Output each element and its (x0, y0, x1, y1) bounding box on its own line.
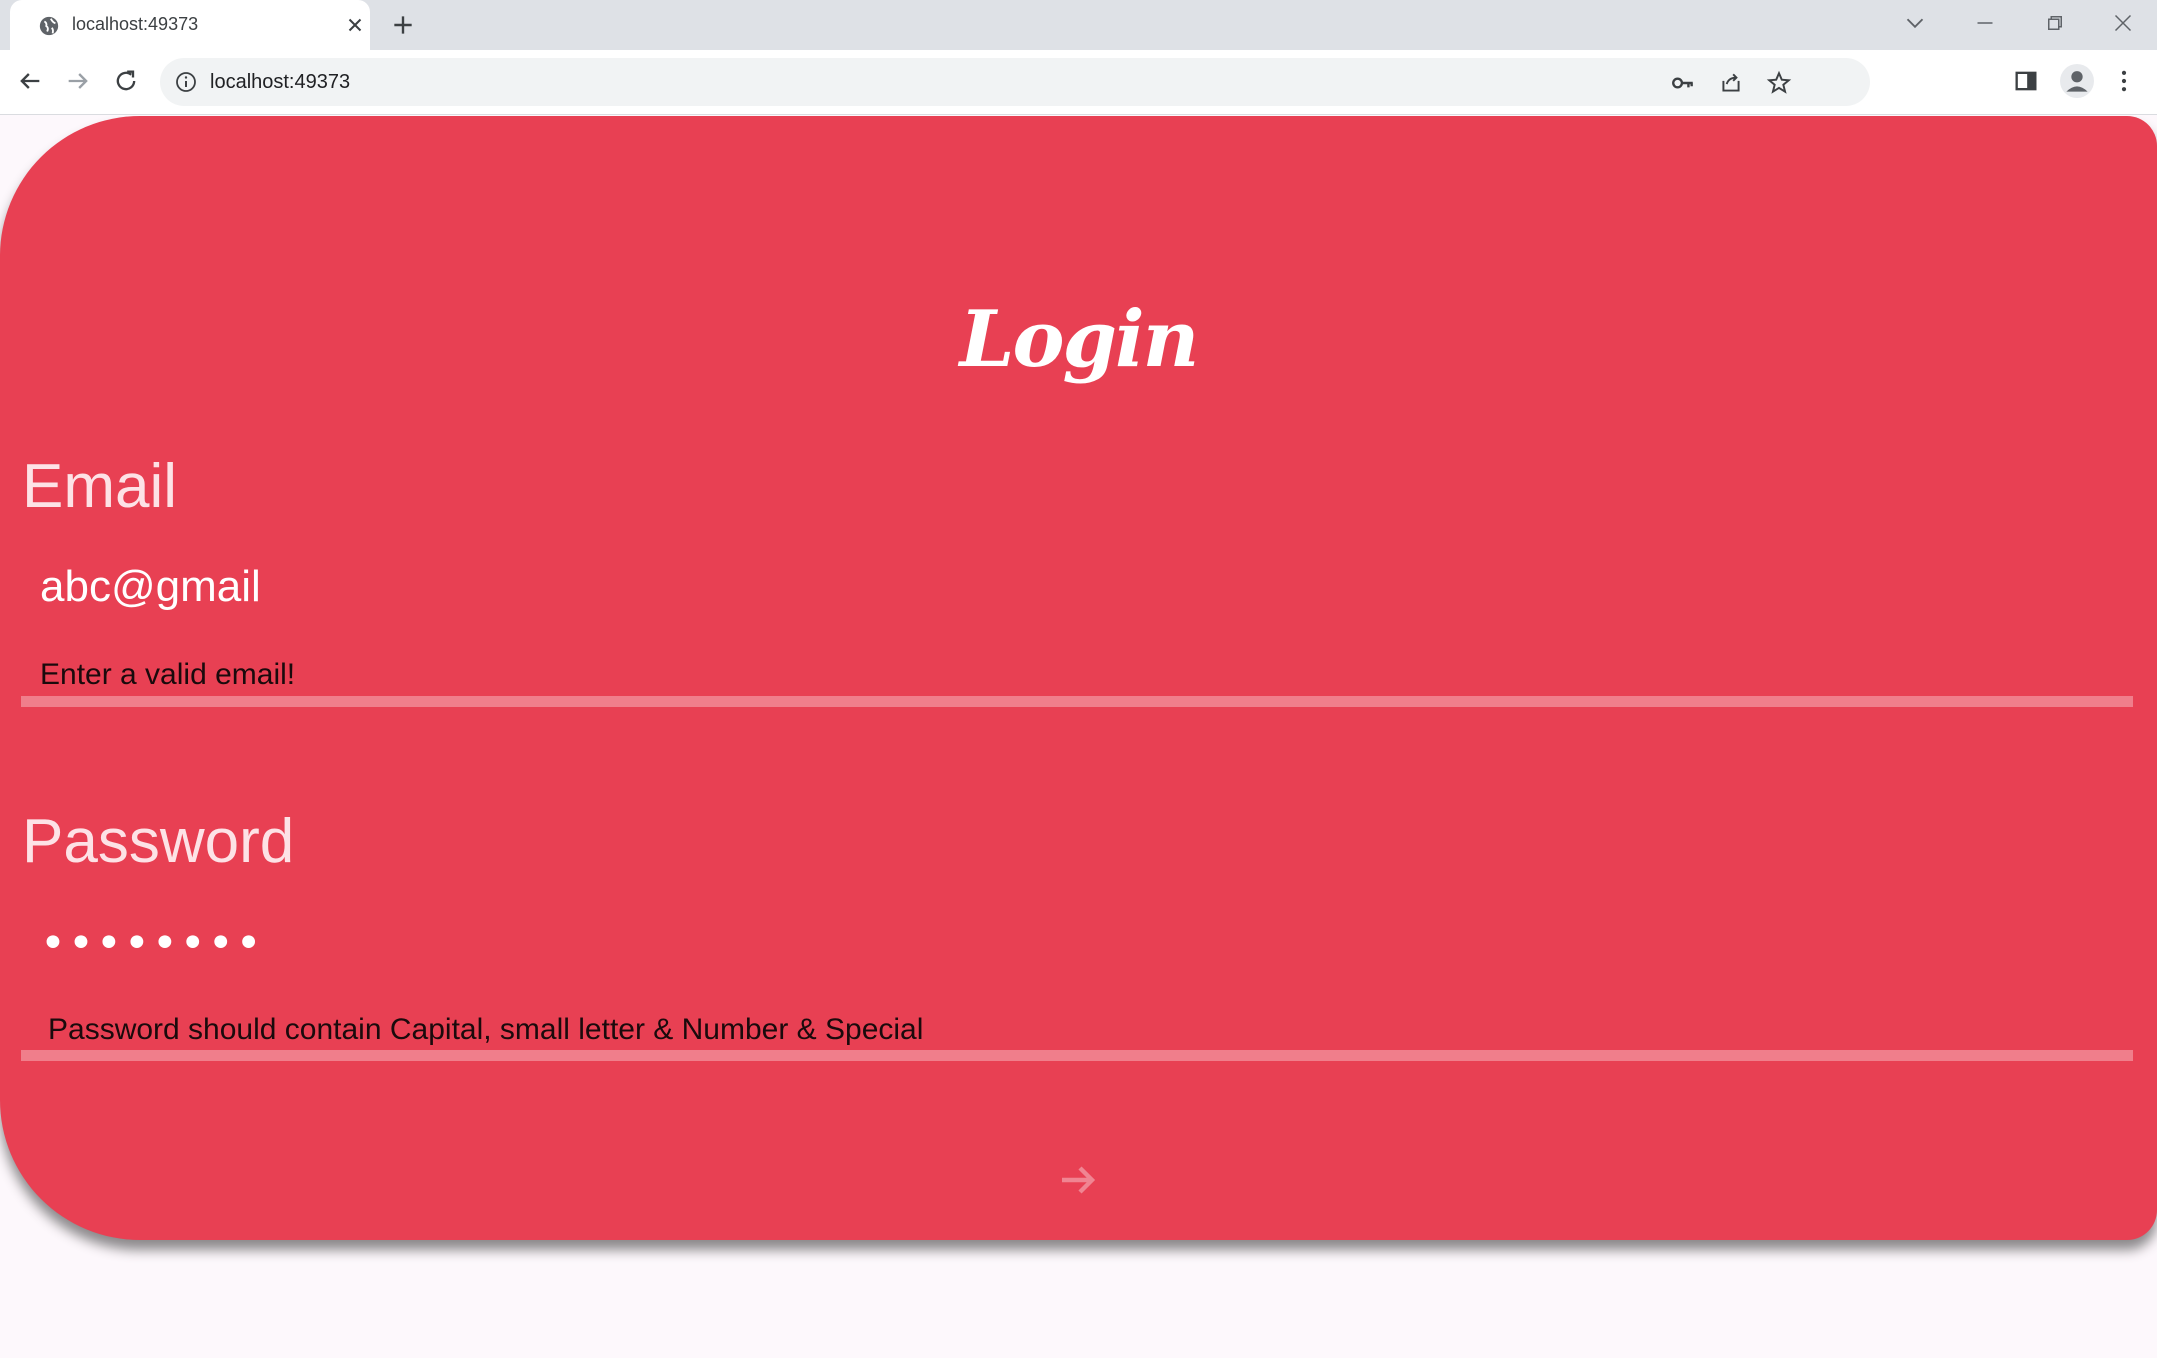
email-field[interactable]: abc@gmail (40, 562, 261, 612)
tab-strip: localhost:49373 (0, 0, 2157, 50)
side-panel-icon[interactable] (2012, 67, 2040, 95)
tab-search-chevron-icon[interactable] (1900, 8, 1930, 38)
address-bar[interactable]: localhost:49373 (160, 58, 1870, 106)
password-field[interactable]: •••••••• (40, 918, 264, 969)
arrow-right-icon[interactable] (1054, 1156, 1102, 1204)
url-text: localhost:49373 (210, 71, 351, 93)
bookmark-star-icon[interactable] (1766, 70, 1792, 96)
login-card: Login Email abc@gmail Enter a valid emai… (0, 116, 2157, 1240)
password-underline (21, 1050, 2133, 1061)
profile-avatar[interactable] (2060, 64, 2094, 98)
restore-icon[interactable] (2040, 8, 2070, 38)
browser-chrome: localhost:49373 localhost:49373 (0, 0, 2157, 115)
close-icon[interactable] (344, 14, 366, 36)
tab-title: localhost:49373 (72, 14, 199, 34)
site-info-icon[interactable] (174, 70, 198, 94)
key-icon[interactable] (1670, 70, 1696, 96)
password-error-text: Password should contain Capital, small l… (48, 1013, 924, 1046)
reload-icon[interactable] (112, 67, 140, 95)
new-tab-icon[interactable] (390, 12, 416, 38)
browser-toolbar: localhost:49373 (0, 50, 2157, 115)
menu-dots-icon[interactable] (2110, 67, 2138, 95)
close-window-icon[interactable] (2108, 8, 2138, 38)
browser-tab[interactable]: localhost:49373 (10, 0, 370, 50)
minimize-icon[interactable] (1970, 8, 2000, 38)
globe-icon (39, 16, 59, 36)
email-error-text: Enter a valid email! (40, 658, 296, 691)
back-arrow-icon[interactable] (16, 67, 44, 95)
email-underline (21, 696, 2133, 707)
person-icon (2066, 71, 2088, 92)
share-icon[interactable] (1718, 70, 1744, 96)
password-label: Password (22, 807, 295, 876)
page-viewport: Login Email abc@gmail Enter a valid emai… (0, 116, 2157, 1358)
forward-arrow-icon[interactable] (64, 67, 92, 95)
email-label: Email (22, 452, 178, 521)
login-title: Login (959, 294, 1200, 385)
